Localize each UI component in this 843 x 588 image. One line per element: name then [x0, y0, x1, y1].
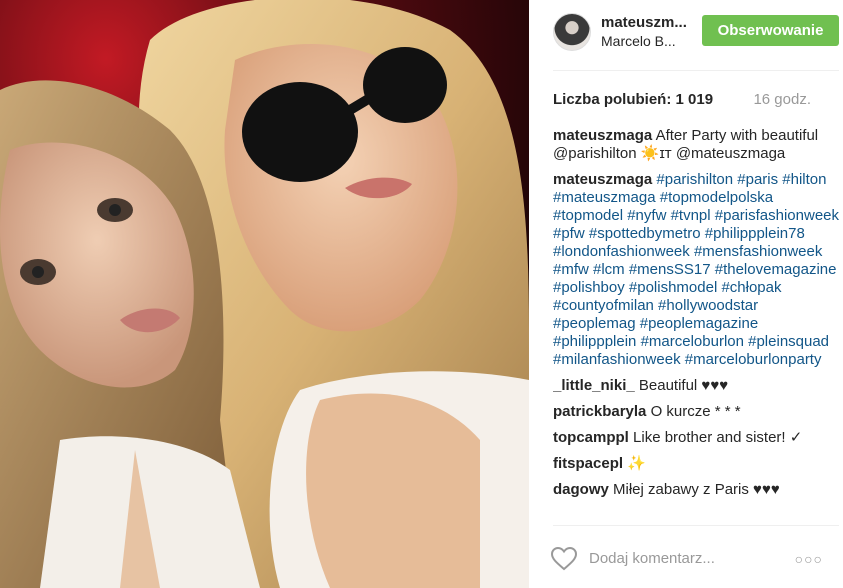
avatar[interactable]: [553, 13, 591, 51]
comment-text[interactable]: #parishilton #paris #hilton #mateuszmaga…: [553, 171, 839, 368]
comments-list: mateuszmaga After Party with beautiful @…: [553, 127, 839, 525]
comment-item: dagowy Miłej zabawy z Paris ♥♥♥: [553, 481, 839, 499]
comment-username[interactable]: dagowy: [553, 481, 609, 498]
comment-username[interactable]: patrickbaryla: [553, 403, 646, 420]
comment-text: O kurcze * * *: [650, 403, 741, 420]
comment-item: mateuszmaga #parishilton #paris #hilton …: [553, 171, 839, 369]
comment-item: patrickbaryla O kurcze * * *: [553, 403, 839, 421]
post-location[interactable]: Marcelo B...: [601, 33, 676, 49]
comment-item: topcamppl Like brother and sister! ✓: [553, 429, 839, 447]
likes-count[interactable]: Liczba polubień: 1 019: [553, 91, 713, 108]
comment-text: Like brother and sister! ✓: [633, 429, 803, 446]
comment-text: ✨: [627, 455, 646, 472]
author-username[interactable]: mateuszm...: [601, 14, 687, 31]
comment-item: mateuszmaga After Party with beautiful @…: [553, 127, 839, 163]
post-side-panel: mateuszm... Marcelo B... Obserwowanie Li…: [529, 0, 843, 588]
comment-text: Miłej zabawy z Paris ♥♥♥: [613, 481, 780, 498]
comment-username[interactable]: topcamppl: [553, 429, 629, 446]
divider: [553, 70, 839, 71]
comment-item: _little_niki_ Beautiful ♥♥♥: [553, 377, 839, 395]
comment-username[interactable]: mateuszmaga: [553, 171, 652, 188]
follow-button[interactable]: Obserwowanie: [702, 15, 839, 46]
post-header: mateuszm... Marcelo B... Obserwowanie: [529, 0, 843, 70]
comment-item: fitspacepl ✨: [553, 455, 839, 473]
post-time[interactable]: 16 godz.: [753, 91, 811, 108]
heart-outline-icon[interactable]: [550, 546, 578, 571]
comment-username[interactable]: _little_niki_: [553, 377, 635, 394]
comment-text: Beautiful ♥♥♥: [638, 377, 729, 394]
post-footer: ○○○: [529, 525, 843, 588]
comment-username[interactable]: fitspacepl: [553, 455, 623, 472]
add-comment-input[interactable]: [587, 549, 771, 568]
more-options-icon[interactable]: ○○○: [795, 551, 823, 567]
comment-username[interactable]: mateuszmaga: [553, 127, 652, 144]
post-photo[interactable]: [0, 0, 529, 588]
